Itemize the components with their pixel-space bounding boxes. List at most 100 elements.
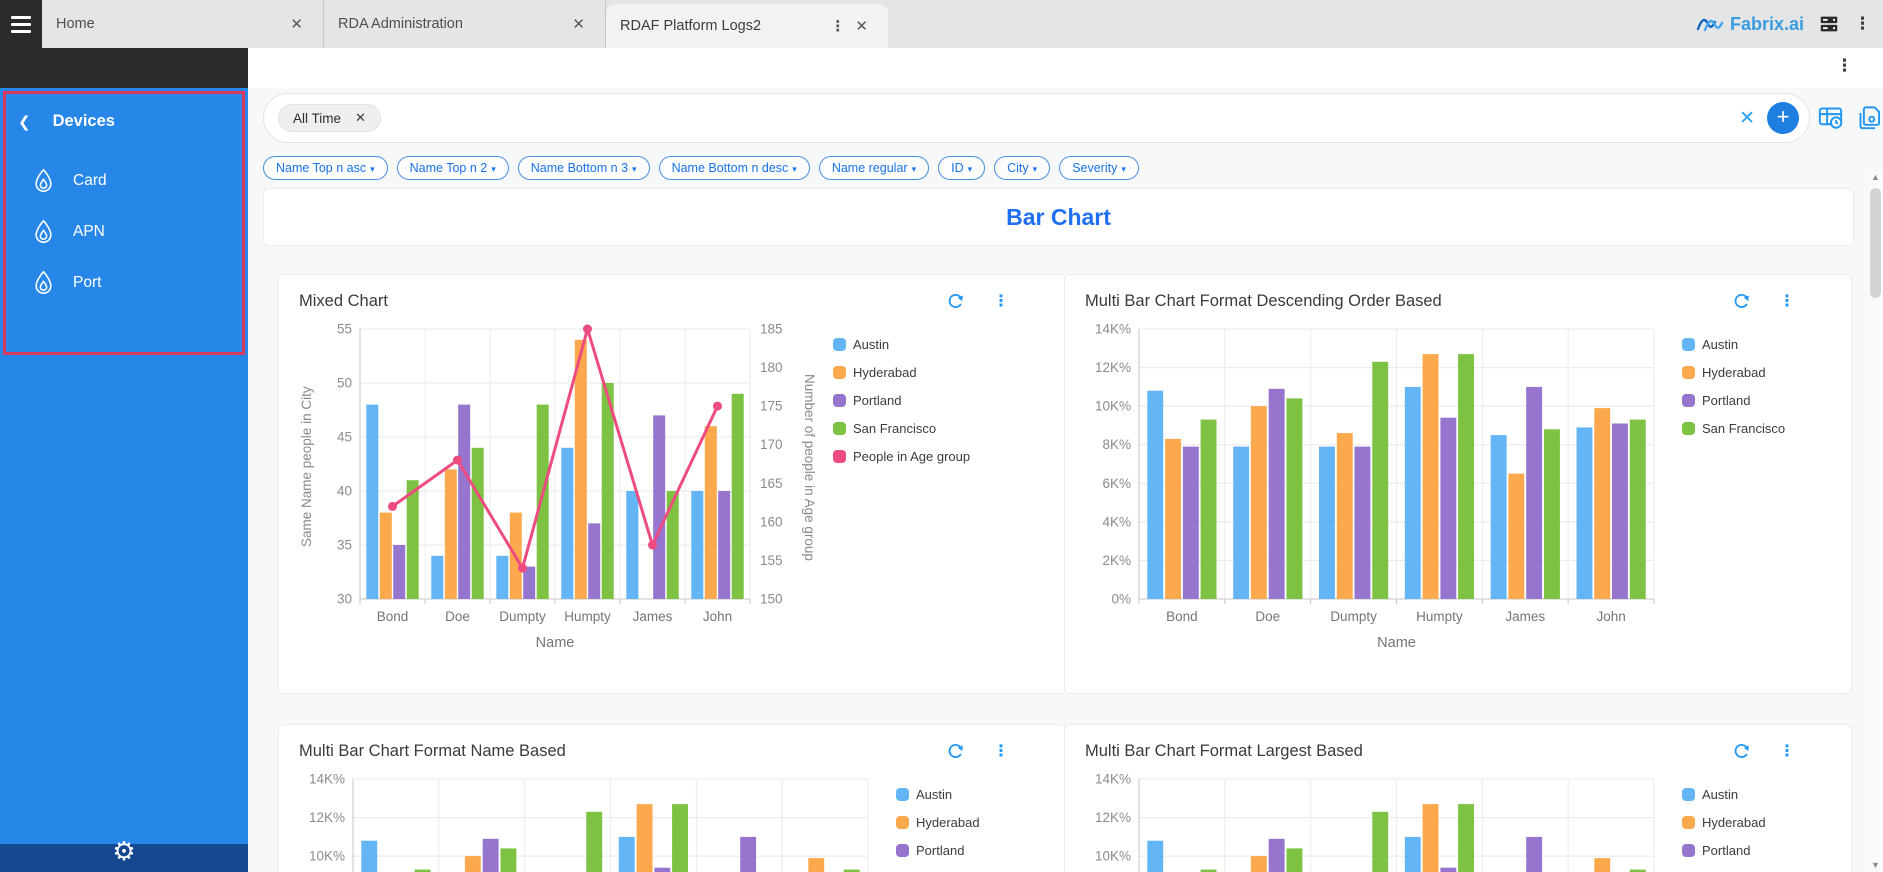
time-filter-label: All Time [293,111,341,126]
sidebar-item-apn[interactable]: APN [6,206,242,257]
screen: Home✕RDA Administration✕RDAF Platform Lo… [0,0,1883,872]
scrollbar-thumb[interactable] [1870,188,1881,298]
legend-label: People in Age group [853,449,970,464]
filter-chip-name-top-n-2[interactable]: Name Top n 2▾ [397,156,509,180]
legend-label: Hyderabad [1702,815,1766,830]
svg-text:James: James [633,609,673,624]
legend-item[interactable]: Portland [1682,843,1785,858]
chip-label: Severity [1072,161,1117,175]
legend-item[interactable]: Austin [1682,787,1785,802]
legend-label: Portland [1702,393,1750,408]
svg-text:James: James [1505,609,1545,624]
chart-card-head: Multi Bar Chart Format Descending Order … [1085,291,1831,311]
chip-label: Name regular [832,161,908,175]
flame-icon [30,167,57,194]
legend-item[interactable]: Austin [833,337,970,352]
legend-item[interactable]: Portland [896,843,999,858]
legend-item[interactable]: Hyderabad [896,815,999,830]
filter-chip-severity[interactable]: Severity▾ [1059,156,1139,180]
legend-swatch [1682,422,1695,435]
filter-chips: Name Top n asc▾Name Top n 2▾Name Bottom … [263,156,1139,180]
chart-legend: AustinHyderabadPortlandSan Francisco [896,787,999,872]
save-view-icon[interactable] [1856,104,1883,131]
sidebar-item-port[interactable]: Port [6,257,242,308]
filter-chip-name-bottom-n-desc[interactable]: Name Bottom n desc▾ [659,156,810,180]
legend-label: Austin [1702,337,1738,352]
chart-kebab-menu-icon[interactable]: ⋮ [1779,291,1795,311]
dashboard-kebab-menu-icon[interactable]: ⋮ [1836,56,1853,76]
tab-close-icon[interactable]: ✕ [566,13,591,35]
chart-kebab-menu-icon[interactable]: ⋮ [993,741,1009,761]
svg-text:10K%: 10K% [1095,849,1131,864]
svg-text:50: 50 [337,376,352,391]
legend-item[interactable]: Hyderabad [833,365,970,380]
tab-label: RDA Administration [338,16,566,32]
collapse-chevron-left-icon[interactable]: ❮ [18,113,31,131]
chart-kebab-menu-icon[interactable]: ⋮ [993,291,1009,311]
legend-swatch [833,450,846,463]
browser-tab-rda-administration[interactable]: RDA Administration✕ [324,0,606,48]
filter-chip-id[interactable]: ID▾ [938,156,985,180]
sidebar-items: CardAPNPort [6,155,242,308]
legend-label: Portland [1702,843,1750,858]
chevron-down-icon: ▾ [792,164,797,174]
sidebar: ❮ Devices CardAPNPort ⚙ [0,48,248,872]
tab-close-icon[interactable]: ✕ [284,13,309,35]
vertical-scrollbar[interactable]: ▲ ▼ [1868,170,1883,872]
refresh-icon[interactable] [946,292,965,311]
filter-chip-city[interactable]: City▾ [994,156,1050,180]
svg-text:8K%: 8K% [1102,437,1131,452]
legend-item[interactable]: Hyderabad [1682,815,1785,830]
svg-text:155: 155 [760,553,783,568]
browser-tab-rdaf-platform-logs2[interactable]: RDAF Platform Logs2⋮✕ [606,4,888,48]
hamburger-menu-icon[interactable] [0,0,42,48]
legend-item[interactable]: Hyderabad [1682,365,1785,380]
filter-chip-name-regular[interactable]: Name regular▾ [819,156,929,180]
scroll-up-icon[interactable]: ▲ [1868,170,1883,184]
filter-row: All Time ✕ ✕ + [263,93,1883,145]
refresh-icon[interactable] [1732,292,1751,311]
tab-close-icon[interactable]: ✕ [849,15,874,37]
legend-label: San Francisco [853,421,936,436]
legend-item[interactable]: Portland [1682,393,1785,408]
time-filter-remove-icon[interactable]: ✕ [355,110,366,126]
filter-input-box[interactable]: All Time ✕ ✕ + [263,93,1810,143]
filter-chip-name-bottom-n-3[interactable]: Name Bottom n 3▾ [518,156,650,180]
legend-item[interactable]: Austin [896,787,999,802]
svg-text:10K%: 10K% [309,849,345,864]
server-stack-icon[interactable] [1818,13,1840,35]
legend-item[interactable]: Austin [1682,337,1785,352]
chip-label: Name Top n asc [276,161,366,175]
browser-tab-home[interactable]: Home✕ [42,0,324,48]
scroll-down-icon[interactable]: ▼ [1868,858,1883,872]
legend-swatch [896,844,909,857]
refresh-icon[interactable] [946,742,965,761]
tab-strip: Home✕RDA Administration✕RDAF Platform Lo… [42,0,888,48]
sidebar-item-card[interactable]: Card [6,155,242,206]
legend-swatch [833,394,846,407]
legend-label: Austin [1702,787,1738,802]
legend-item[interactable]: People in Age group [833,449,970,464]
chart-canvas: 0%2K%4K%6K%8K%10K%12K%14K%BondDoeDumptyH… [299,765,880,872]
time-filter-chip[interactable]: All Time ✕ [278,104,381,132]
settings-gear-icon[interactable]: ⚙ [112,836,135,866]
legend-item[interactable]: San Francisco [1682,421,1785,436]
svg-text:Bond: Bond [1166,609,1198,624]
svg-text:John: John [1596,609,1625,624]
browser-kebab-menu-icon[interactable]: ⋮ [1854,14,1871,34]
refresh-icon[interactable] [1732,742,1751,761]
filter-chip-name-top-n-asc[interactable]: Name Top n asc▾ [263,156,388,180]
svg-text:Dumpty: Dumpty [1330,609,1377,624]
legend-item[interactable]: San Francisco [833,421,970,436]
svg-text:30: 30 [337,592,352,607]
tab-kebab-icon[interactable]: ⋮ [826,15,849,37]
clear-filters-icon[interactable]: ✕ [1739,107,1755,130]
chevron-down-icon: ▾ [491,164,496,174]
chip-label: Name Top n 2 [410,161,488,175]
chart-title: Multi Bar Chart Format Name Based [299,742,566,761]
report-schedule-icon[interactable] [1817,104,1844,131]
svg-text:10K%: 10K% [1095,399,1131,414]
legend-item[interactable]: Portland [833,393,970,408]
chart-kebab-menu-icon[interactable]: ⋮ [1779,741,1795,761]
add-filter-button[interactable]: + [1767,102,1799,134]
